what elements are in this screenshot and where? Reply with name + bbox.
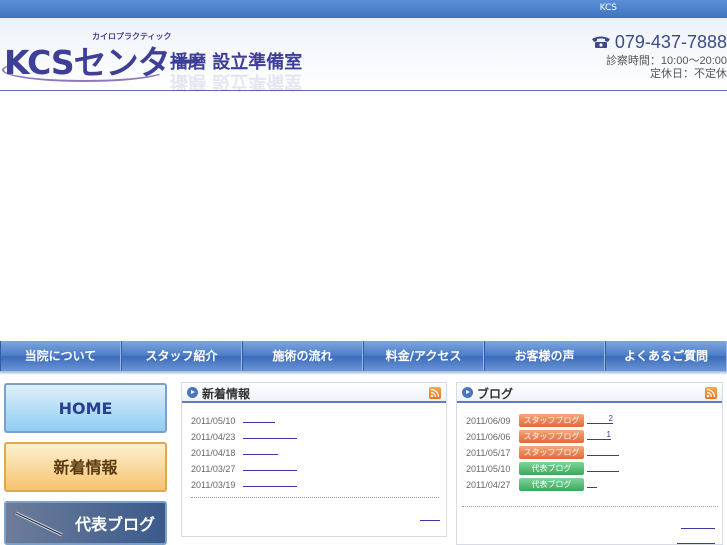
news-item: 2011/04/18 bbox=[191, 446, 297, 462]
phone-number-text: 079-437-7888 bbox=[614, 32, 727, 52]
nav-item-voices[interactable]: お客様の声 bbox=[484, 341, 605, 371]
news-date: 2011/04/18 bbox=[191, 448, 236, 458]
news-item: 2011/03/19 bbox=[191, 478, 297, 494]
blog-date: 2011/06/06 bbox=[466, 432, 511, 442]
news-list: 2011/05/10 2011/04/23 2011/04/18 2011/03… bbox=[191, 414, 297, 494]
news-item: 2011/04/23 bbox=[191, 430, 297, 446]
news-link[interactable] bbox=[243, 414, 275, 423]
site-subtitle-reflection: 播磨 設立準備室 bbox=[170, 71, 303, 92]
rss-icon[interactable] bbox=[705, 387, 717, 399]
blog-more-link-2[interactable] bbox=[677, 534, 715, 544]
news-panel-header: 新着情報 bbox=[182, 383, 446, 403]
main-nav: 当院について スタッフ紹介 施術の流れ 料金/アクセス お客様の声 よくあるご質… bbox=[0, 341, 727, 371]
representative-blog-tag[interactable]: 代表ブログ bbox=[519, 478, 584, 491]
nav-shadow bbox=[0, 371, 727, 375]
blog-link[interactable]: 2 bbox=[587, 414, 613, 424]
blog-panel: ブログ 2011/06/09 スタッフブログ 2 2011/06/06 スタッフブログ… bbox=[456, 382, 723, 545]
news-link[interactable] bbox=[243, 478, 297, 487]
site-header: カイロプラクティック KCSセンター 播磨 設立準備室 播磨 設立準備室 079… bbox=[0, 18, 727, 92]
blog-date: 2011/04/27 bbox=[466, 480, 511, 490]
blog-item: 2011/06/06 スタッフブログ 1 bbox=[466, 430, 619, 446]
blog-panel-title: ブログ bbox=[477, 387, 514, 401]
phone-icon bbox=[591, 36, 610, 48]
blog-more-link[interactable] bbox=[681, 519, 715, 529]
news-date: 2011/05/10 bbox=[191, 416, 236, 426]
holiday-line: 定休日：不定休 bbox=[650, 68, 727, 80]
blog-item: 2011/05/17 スタッフブログ bbox=[466, 446, 619, 462]
news-item: 2011/05/10 bbox=[191, 414, 297, 430]
nav-item-staff[interactable]: スタッフ紹介 bbox=[121, 341, 242, 371]
blog-divider bbox=[462, 506, 718, 507]
hours-line: 診察時間：10:00～20:00 bbox=[605, 55, 727, 67]
news-divider bbox=[191, 497, 439, 498]
blog-panel-header: ブログ bbox=[457, 383, 722, 403]
blog-link[interactable] bbox=[587, 446, 619, 456]
home-button[interactable]: HOME bbox=[4, 383, 167, 433]
blog-item: 2011/04/27 代表ブログ bbox=[466, 478, 619, 494]
news-date: 2011/04/23 bbox=[191, 432, 236, 442]
news-button[interactable]: 新着情報 bbox=[4, 442, 167, 492]
blog-link[interactable]: 1 bbox=[587, 430, 611, 440]
news-panel-title: 新着情報 bbox=[202, 387, 251, 401]
representative-blog-label: 代表ブログ bbox=[74, 515, 155, 534]
news-item: 2011/03/27 bbox=[191, 462, 297, 478]
blog-item: 2011/06/09 スタッフブログ 2 bbox=[466, 414, 619, 430]
pen-icon bbox=[15, 511, 63, 537]
blog-date: 2011/06/09 bbox=[466, 416, 511, 426]
bullet-arrow-icon bbox=[187, 387, 198, 398]
blog-date: 2011/05/10 bbox=[466, 464, 511, 474]
blog-date: 2011/05/17 bbox=[466, 448, 511, 458]
blog-link[interactable] bbox=[587, 478, 597, 488]
staff-blog-tag[interactable]: スタッフブログ bbox=[519, 414, 584, 427]
news-more-link[interactable] bbox=[420, 511, 440, 521]
news-date: 2011/03/27 bbox=[191, 464, 236, 474]
blog-list: 2011/06/09 スタッフブログ 2 2011/06/06 スタッフブログ 1 20… bbox=[466, 414, 619, 494]
nav-item-about[interactable]: 当院について bbox=[0, 341, 121, 371]
news-date: 2011/03/19 bbox=[191, 480, 236, 490]
business-hours: 診察時間：10:00～20:00 定休日：不定休 bbox=[606, 55, 727, 81]
rss-icon[interactable] bbox=[429, 387, 441, 399]
representative-blog-button[interactable]: 代表ブログ bbox=[4, 501, 167, 545]
phone-number: 079-437-7888 bbox=[590, 32, 727, 53]
news-link[interactable] bbox=[243, 462, 297, 471]
top-bar-label: KCS bbox=[599, 3, 617, 13]
representative-blog-tag[interactable]: 代表ブログ bbox=[519, 462, 584, 475]
staff-blog-tag[interactable]: スタッフブログ bbox=[519, 430, 584, 443]
news-link[interactable] bbox=[243, 446, 278, 455]
blog-link[interactable] bbox=[587, 462, 619, 472]
staff-blog-tag[interactable]: スタッフブログ bbox=[519, 446, 584, 459]
nav-item-price-access[interactable]: 料金/アクセス bbox=[363, 341, 484, 371]
nav-item-faq[interactable]: よくあるご質問 bbox=[605, 341, 727, 371]
top-bar: KCS bbox=[0, 0, 727, 18]
bullet-arrow-icon bbox=[462, 387, 473, 398]
news-panel: 新着情報 2011/05/10 2011/04/23 2011/04/18 20… bbox=[181, 382, 447, 537]
nav-item-flow[interactable]: 施術の流れ bbox=[242, 341, 363, 371]
news-link[interactable] bbox=[243, 430, 297, 439]
blog-item: 2011/05/10 代表ブログ bbox=[466, 462, 619, 478]
